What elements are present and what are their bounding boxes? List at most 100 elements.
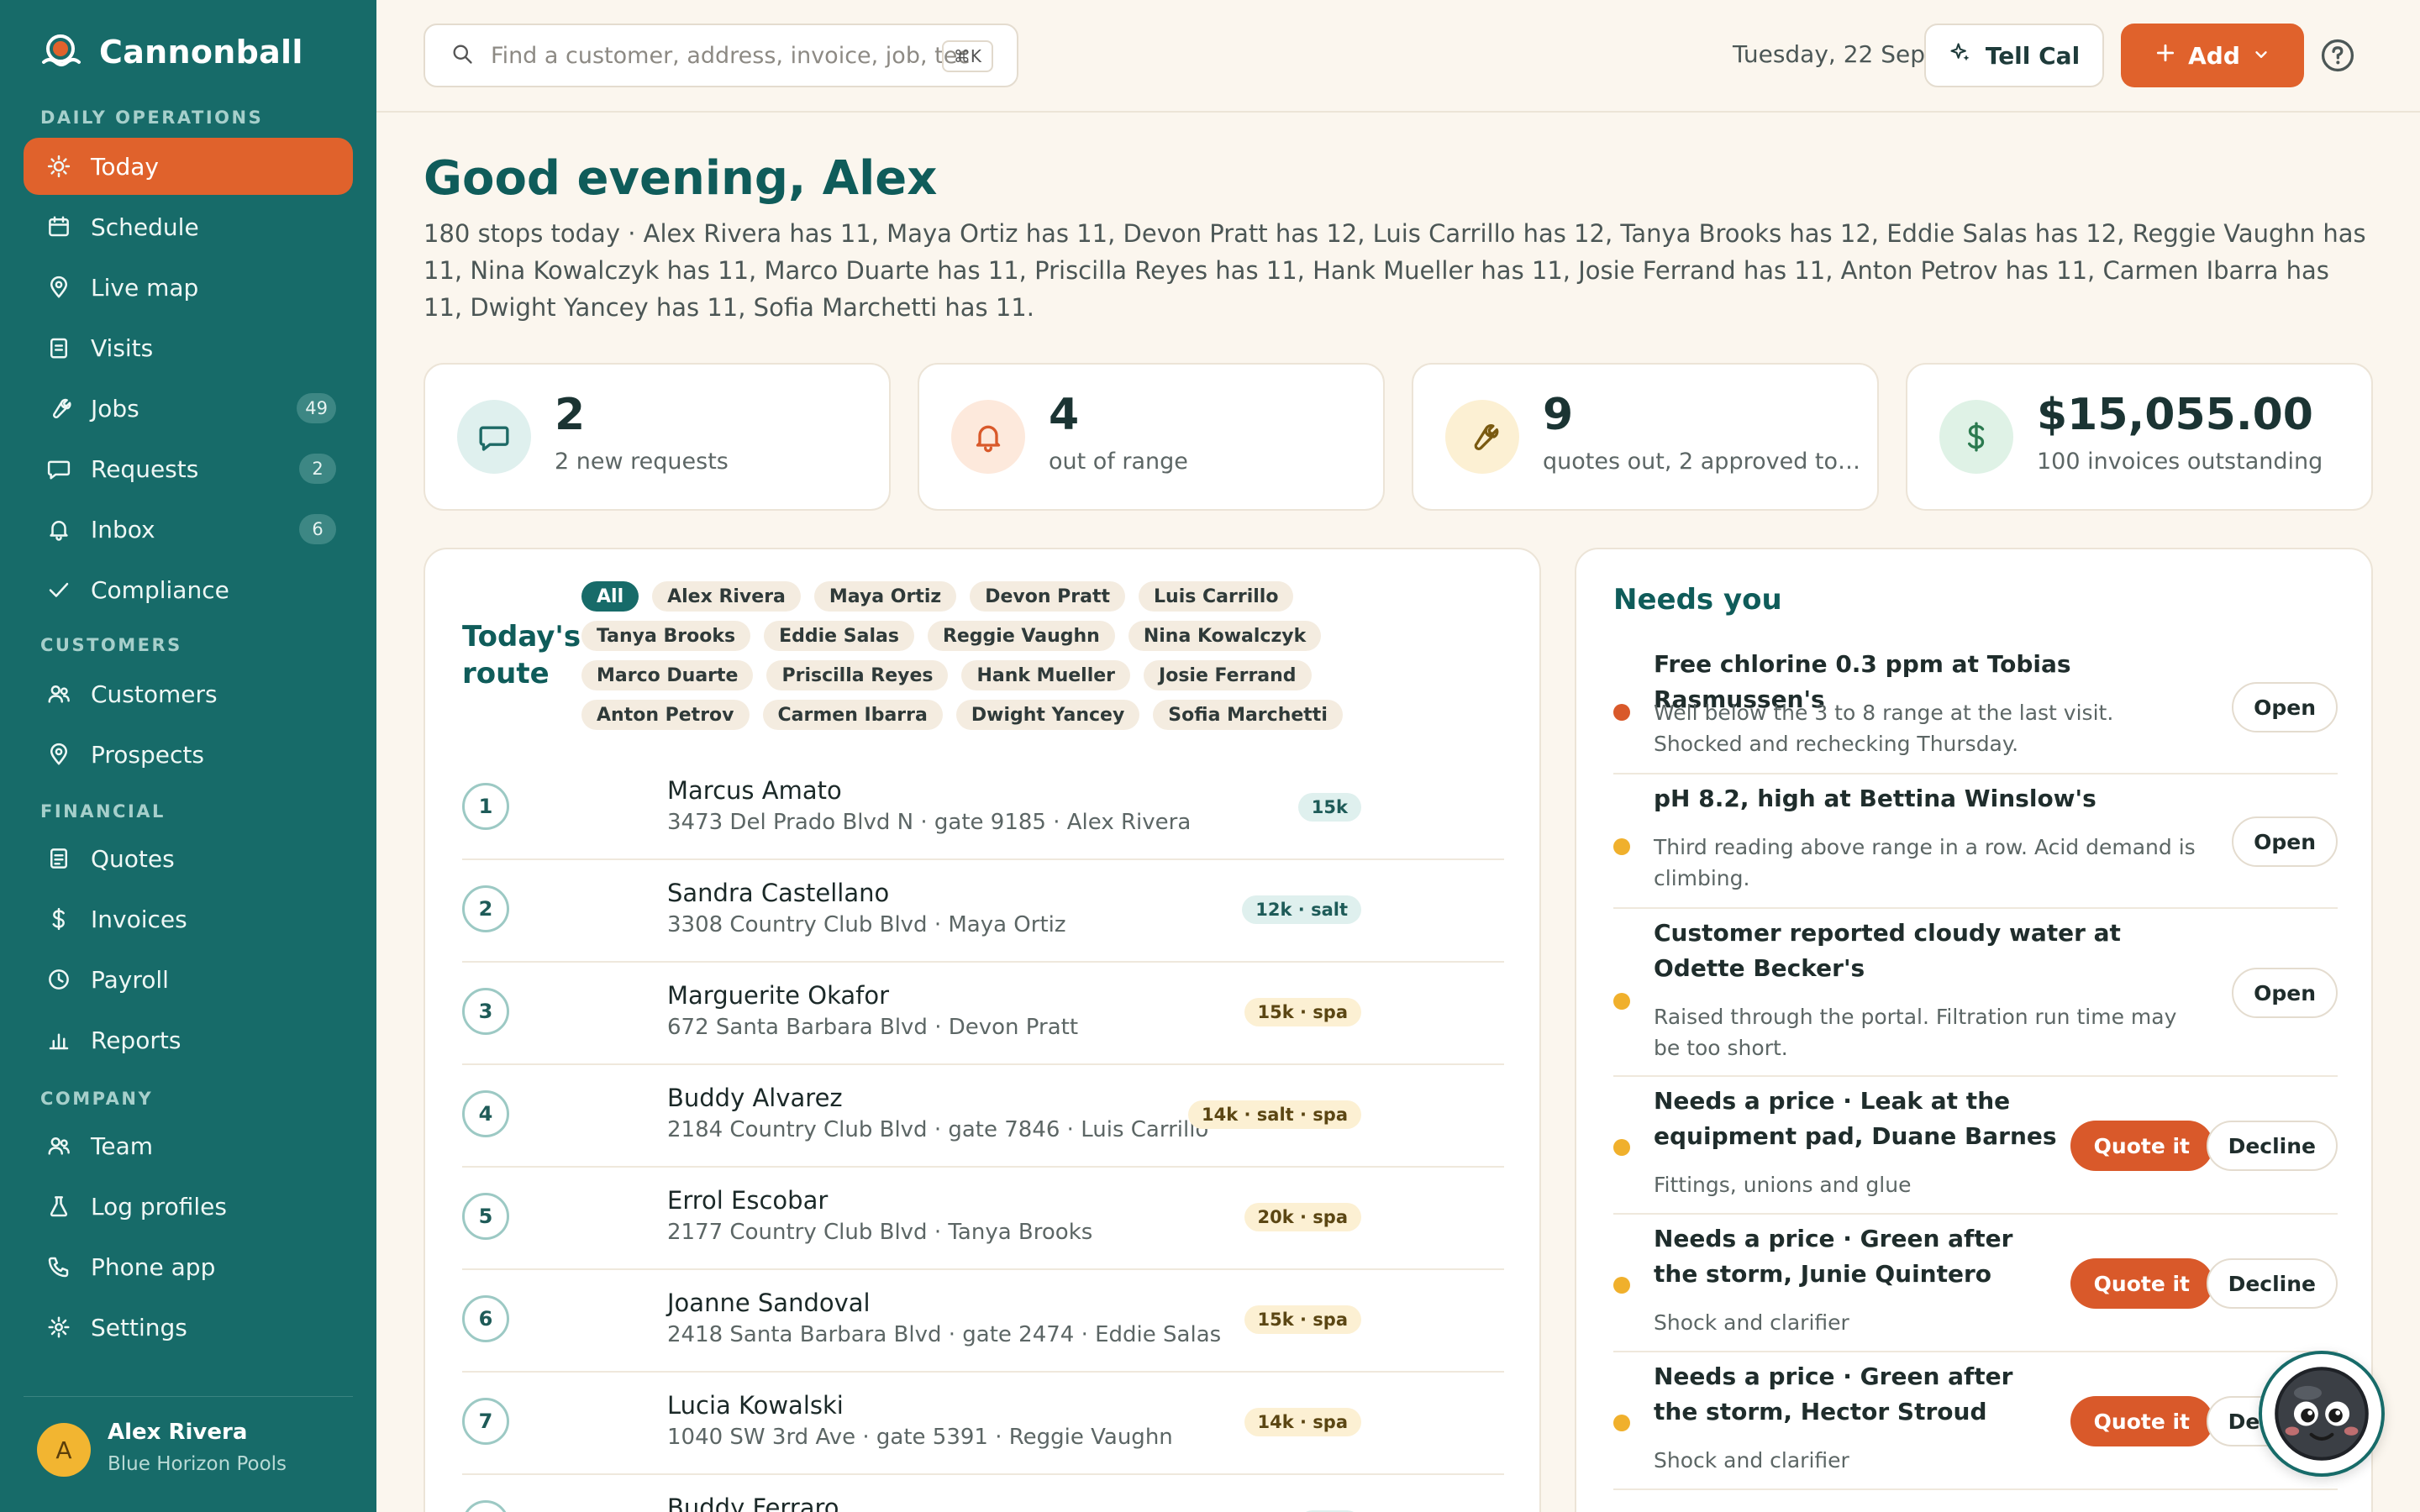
sidebar-item-schedule[interactable]: Schedule	[24, 198, 353, 255]
sidebar-item-today[interactable]: Today	[24, 138, 353, 195]
sidebar-item-phone-app[interactable]: Phone app	[24, 1238, 353, 1295]
filter-chip-dwight-yancey[interactable]: Dwight Yancey	[955, 700, 1140, 730]
technician-filter-chips: All Alex Rivera Maya Ortiz Devon Pratt Luis …	[581, 581, 1422, 730]
sidebar-item-reports[interactable]: Reports	[24, 1011, 353, 1068]
sidebar-item-compliance[interactable]: Compliance	[24, 561, 353, 618]
brand[interactable]: Cannonball	[39, 29, 303, 76]
sidebar-item-payroll[interactable]: Payroll	[24, 951, 353, 1008]
filter-chip-eddie-salas[interactable]: Eddie Salas	[764, 621, 914, 651]
route-stop-row[interactable]: 2 Sandra Castellano 3308 Country Club Blvd…	[462, 860, 1504, 963]
sidebar-item-visits[interactable]: Visits	[24, 319, 353, 376]
search-input[interactable]	[491, 42, 970, 69]
open-button[interactable]: Open	[2232, 968, 2338, 1018]
chevron-down-icon	[2252, 42, 2270, 70]
need-title: Customer reported cloudy water at Odette…	[1654, 919, 2121, 982]
cal-assistant-mascot[interactable]	[2259, 1351, 2385, 1477]
sidebar-item-invoices[interactable]: Invoices	[24, 890, 353, 948]
stat-value: 2	[555, 390, 586, 440]
decline-button[interactable]: Decline	[2206, 1121, 2338, 1171]
filter-chip-marco-duarte[interactable]: Marco Duarte	[581, 660, 754, 690]
stat-value: 4	[1049, 390, 1080, 440]
sidebar-item-quotes[interactable]: Quotes	[24, 830, 353, 887]
filter-chip-tanya-brooks[interactable]: Tanya Brooks	[581, 621, 751, 651]
quote-it-button[interactable]: Quote it	[2070, 1258, 2213, 1309]
quote-it-button[interactable]: Quote it	[2070, 1396, 2213, 1446]
section-customers: CUSTOMERS	[40, 635, 182, 655]
section-daily-operations: DAILY OPERATIONS	[40, 108, 264, 128]
sidebar-item-live-map[interactable]: Live map	[24, 259, 353, 316]
decline-button[interactable]: Decline	[2206, 1258, 2338, 1309]
stat-card[interactable]: $15,055.00 100 invoices outstanding	[1906, 363, 2373, 511]
needs-you-item: Needs a price · Leak at the equipment pa…	[1613, 1077, 2338, 1215]
quote-it-button[interactable]: Quote it	[2070, 1121, 2213, 1171]
need-description: Shock and clarifier	[1654, 1310, 1849, 1335]
tell-cal-button[interactable]: Tell Cal	[1924, 24, 2104, 87]
need-title: Needs a price · Leak at the equipment pa…	[1654, 1087, 2057, 1150]
open-button[interactable]: Open	[2232, 682, 2338, 732]
filter-chip-reggie-vaughn[interactable]: Reggie Vaughn	[927, 621, 1115, 651]
filter-chip-luis-carrillo[interactable]: Luis Carrillo	[1139, 581, 1294, 612]
route-stop-row[interactable]: 8Buddy Ferraro20k	[462, 1475, 1504, 1512]
sidebar-item-requests[interactable]: Requests 2	[24, 440, 353, 497]
dollar-icon	[42, 902, 76, 936]
stop-address: 3308 Country Club Blvd · Maya Ortiz	[667, 912, 1066, 937]
document-icon	[42, 842, 76, 875]
sidebar-item-settings[interactable]: Settings	[24, 1299, 353, 1356]
sidebar-item-jobs[interactable]: Jobs 49	[24, 380, 353, 437]
filter-chip-devon-pratt[interactable]: Devon Pratt	[970, 581, 1126, 612]
filter-chip-alex-rivera[interactable]: Alex Rivera	[652, 581, 801, 612]
sidebar-item-team[interactable]: Team	[24, 1117, 353, 1174]
stop-number: 5	[462, 1193, 509, 1240]
flask-icon	[42, 1189, 76, 1223]
filter-chip-maya-ortiz[interactable]: Maya Ortiz	[813, 581, 957, 612]
sun-icon	[42, 150, 76, 183]
need-description: Raised through the portal. Filtration ru…	[1654, 1005, 2177, 1060]
route-stop-row[interactable]: 3 Marguerite Okafor 672 Santa Barbara Blvd…	[462, 963, 1504, 1065]
needs-you-title: Needs you	[1613, 583, 1782, 617]
route-stop-row[interactable]: 6 Joanne Sandoval 2418 Santa Barbara Blvd …	[462, 1270, 1504, 1373]
pool-size-tag: 15k	[1297, 793, 1361, 822]
filter-chip-sofia-marchetti[interactable]: Sofia Marchetti	[1153, 700, 1343, 730]
stat-card[interactable]: 9 quotes out, 2 approved to date	[1412, 363, 1879, 511]
stop-customer-name: Marguerite Okafor	[667, 981, 890, 1010]
add-button[interactable]: Add	[2121, 24, 2304, 87]
sidebar-item-inbox[interactable]: Inbox 6	[24, 501, 353, 558]
filter-chip-anton-petrov[interactable]: Anton Petrov	[581, 700, 750, 730]
filter-chip-carmen-ibarra[interactable]: Carmen Ibarra	[762, 700, 943, 730]
search-shortcut: ⌘K	[941, 40, 993, 72]
pool-size-tag: 12k · salt	[1242, 895, 1361, 924]
stat-label: out of range	[1049, 449, 1188, 475]
page-title: Good evening, Alex	[424, 151, 938, 206]
route-stop-row[interactable]: 4 Buddy Alvarez 2184 Country Club Blvd · g…	[462, 1065, 1504, 1168]
filter-chip-priscilla-reyes[interactable]: Priscilla Reyes	[766, 660, 949, 690]
sidebar-item-customers[interactable]: Customers	[24, 665, 353, 722]
sidebar-item-label: Live map	[91, 273, 199, 302]
stat-card[interactable]: 2 2 new requests	[424, 363, 891, 511]
stop-customer-name: Buddy Alvarez	[667, 1084, 843, 1112]
stat-value: $15,055.00	[2037, 390, 2313, 440]
avatar[interactable]: A	[37, 1423, 91, 1477]
stat-card[interactable]: 4 out of range	[918, 363, 1385, 511]
sidebar-item-label: Schedule	[91, 213, 199, 241]
filter-chip-all[interactable]: All	[581, 581, 639, 612]
search-box[interactable]: ⌘K	[424, 24, 1018, 87]
filter-chip-josie-ferrand[interactable]: Josie Ferrand	[1144, 660, 1312, 690]
route-stop-row[interactable]: 1 Marcus Amato 3473 Del Prado Blvd N · gat…	[462, 758, 1504, 860]
pool-size-tag: 15k · spa	[1244, 1305, 1361, 1334]
filter-chip-hank-mueller[interactable]: Hank Mueller	[961, 660, 1131, 690]
stop-address: 2177 Country Club Blvd · Tanya Brooks	[667, 1220, 1093, 1245]
status-dot	[1613, 704, 1630, 721]
route-stop-row[interactable]: 7 Lucia Kowalski 1040 SW 3rd Ave · gate 53…	[462, 1373, 1504, 1475]
stop-customer-name: Marcus Amato	[667, 776, 842, 805]
help-icon[interactable]	[2319, 37, 2356, 74]
route-stop-row[interactable]: 5 Errol Escobar 2177 Country Club Blvd · T…	[462, 1168, 1504, 1270]
open-button[interactable]: Open	[2232, 816, 2338, 867]
sidebar-item-prospects[interactable]: Prospects	[24, 726, 353, 783]
stop-address: 2418 Santa Barbara Blvd · gate 2474 · Ed…	[667, 1322, 1222, 1347]
search-icon	[450, 42, 474, 69]
sidebar-item-log-profiles[interactable]: Log profiles	[24, 1178, 353, 1235]
stat-label: 2 new requests	[555, 449, 729, 475]
stops-summary: 180 stops today · Alex Rivera has 11, Ma…	[424, 219, 2366, 322]
filter-chip-nina-kowalczyk[interactable]: Nina Kowalczyk	[1128, 621, 1322, 651]
need-title: Needs a price · Green after the storm, H…	[1654, 1362, 2013, 1425]
